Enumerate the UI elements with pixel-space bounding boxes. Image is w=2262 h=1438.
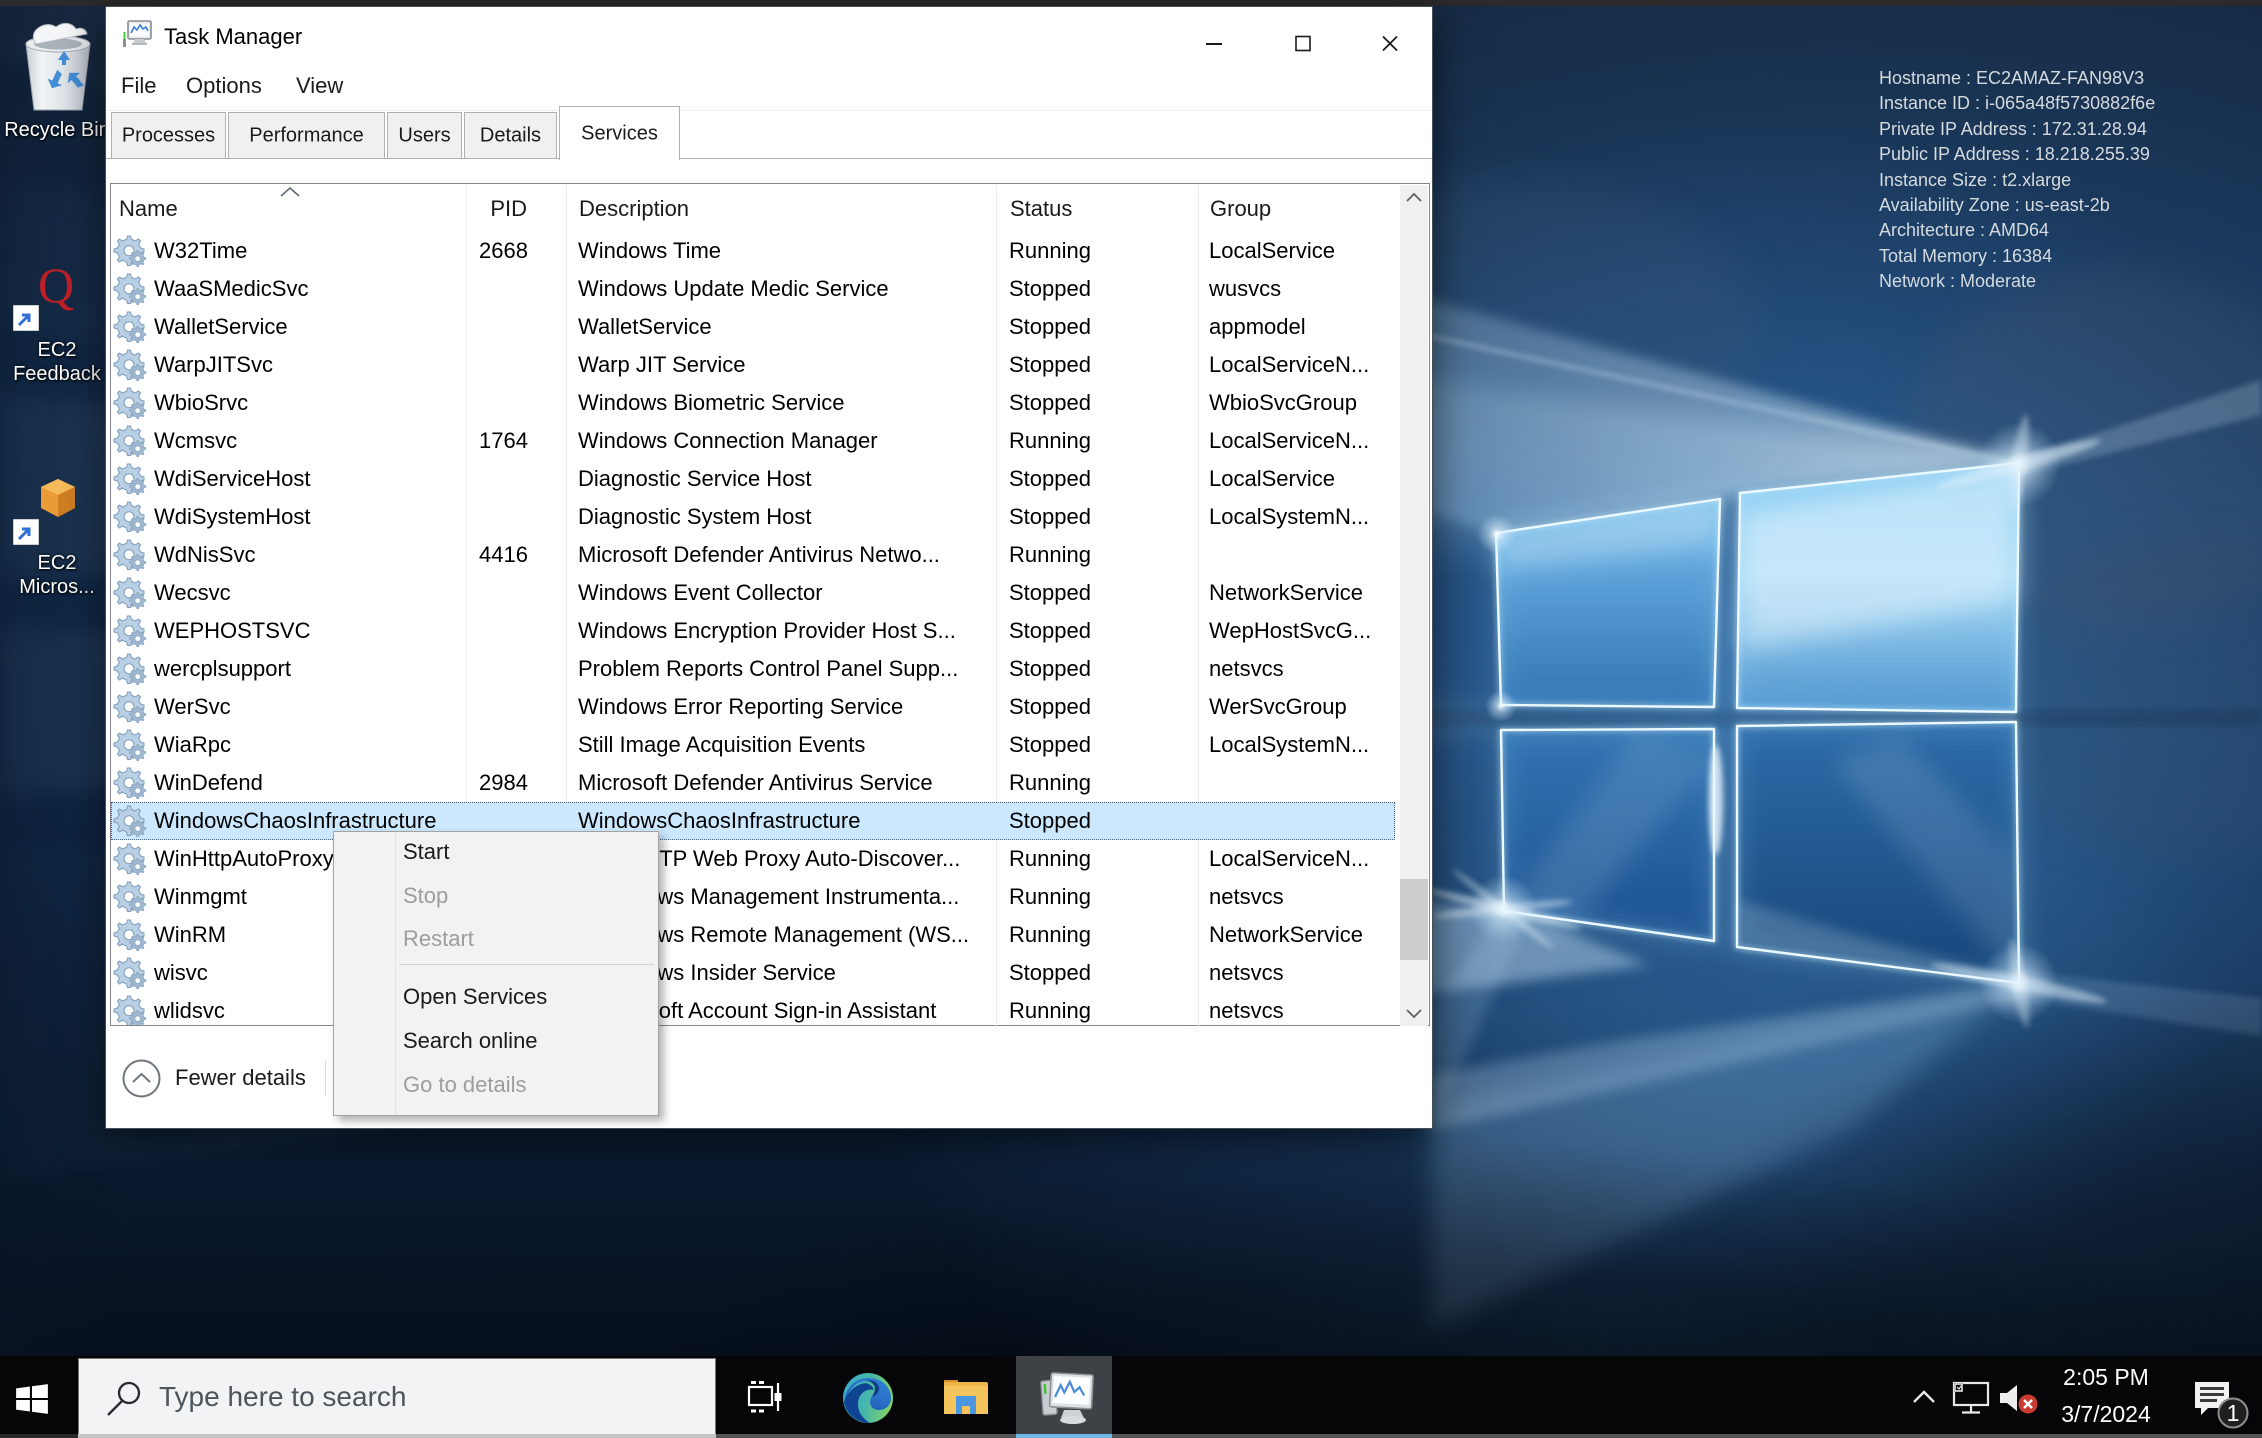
svg-text:1: 1 (2227, 1400, 2240, 1426)
